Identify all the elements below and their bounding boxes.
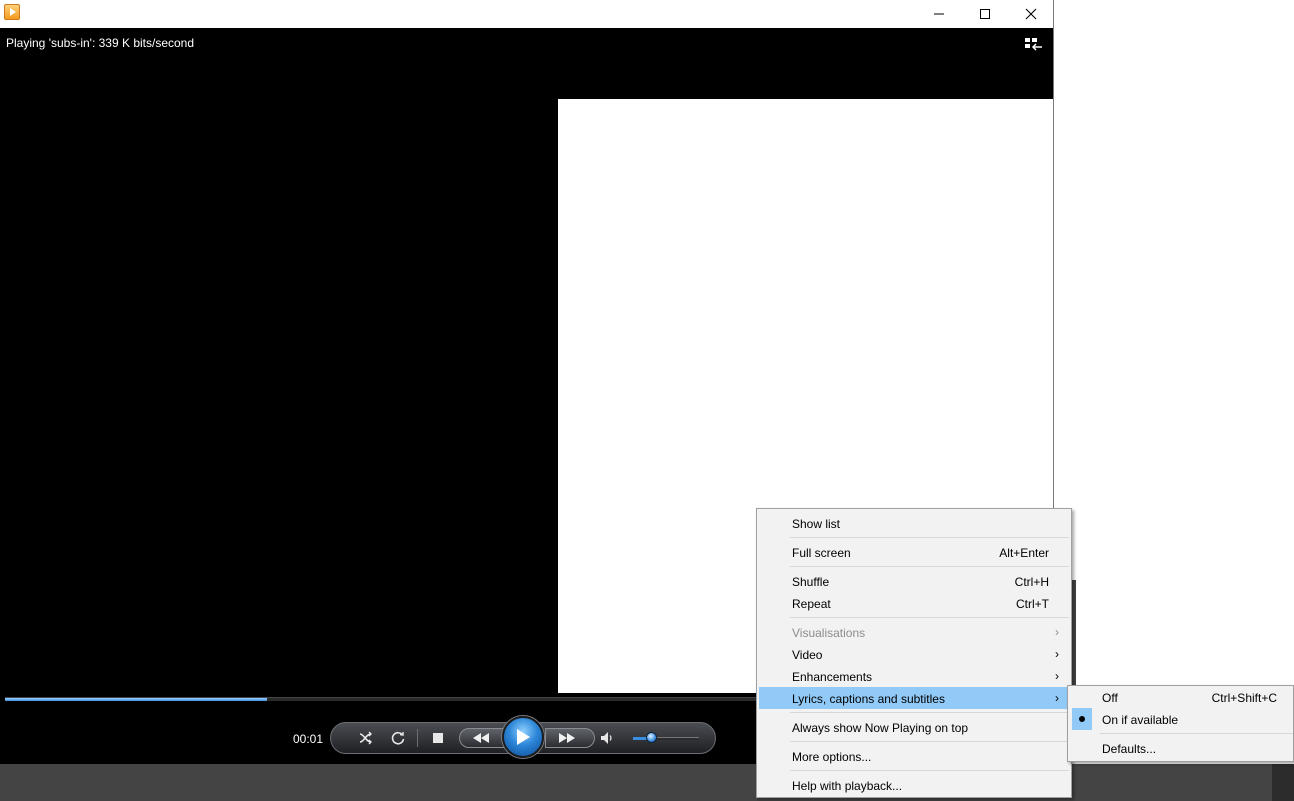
- close-icon: [1025, 8, 1037, 20]
- submenu-item-on-if-available[interactable]: On if available: [1070, 708, 1293, 730]
- menu-item-label: Shuffle: [792, 575, 830, 589]
- menu-item-more-options[interactable]: More options...: [759, 745, 1069, 767]
- previous-button-glyph[interactable]: [459, 723, 503, 753]
- minimize-button[interactable]: [916, 0, 962, 28]
- title-bar: [0, 0, 1053, 28]
- menu-separator: [790, 566, 1069, 567]
- controls-separator: [417, 729, 418, 747]
- menu-item-visualisations[interactable]: Visualisations ›: [759, 621, 1069, 643]
- menu-item-shortcut: Alt+Enter: [999, 546, 1049, 560]
- elapsed-time: 00:01: [293, 732, 324, 746]
- radio-selected-icon: [1072, 708, 1092, 730]
- taskbar: [0, 764, 1294, 801]
- menu-separator: [790, 537, 1069, 538]
- maximize-icon: [980, 9, 990, 19]
- media-player-app-icon[interactable]: [4, 4, 20, 20]
- menu-item-label: Video: [792, 648, 823, 662]
- switch-to-library-icon: [1025, 38, 1042, 51]
- submenu-item-defaults[interactable]: Defaults...: [1070, 737, 1293, 759]
- rewind-icon: [473, 733, 489, 743]
- switch-to-library-button[interactable]: [1024, 36, 1044, 52]
- menu-item-lyrics-captions-subtitles[interactable]: Lyrics, captions and subtitles ›: [759, 687, 1069, 709]
- menu-item-label: Lyrics, captions and subtitles: [792, 692, 945, 706]
- menu-item-label: Help with playback...: [792, 779, 903, 793]
- menu-item-label: Enhancements: [792, 670, 873, 684]
- menu-separator: [790, 741, 1069, 742]
- menu-separator: [790, 617, 1069, 618]
- menu-item-help-playback[interactable]: Help with playback...: [759, 774, 1069, 796]
- play-button[interactable]: [502, 716, 544, 758]
- chevron-right-icon: ›: [1055, 647, 1059, 661]
- seek-bar-progress: [5, 698, 267, 701]
- menu-item-always-on-top[interactable]: Always show Now Playing on top: [759, 716, 1069, 738]
- fast-forward-icon: [559, 733, 575, 743]
- stop-icon: [433, 733, 443, 743]
- next-button-glyph[interactable]: [545, 723, 589, 753]
- menu-item-enhancements[interactable]: Enhancements ›: [759, 665, 1069, 687]
- menu-separator: [790, 770, 1069, 771]
- captions-submenu: Off Ctrl+Shift+C On if available Default…: [1067, 685, 1294, 762]
- mute-button[interactable]: [597, 723, 617, 753]
- submenu-item-label: On if available: [1102, 713, 1179, 727]
- menu-item-shortcut: Ctrl+T: [1016, 597, 1049, 611]
- speaker-icon: [601, 732, 612, 744]
- repeat-icon: [391, 731, 405, 745]
- shuffle-button[interactable]: [355, 723, 377, 753]
- menu-item-label: Show list: [792, 517, 841, 531]
- menu-item-label: More options...: [792, 750, 872, 764]
- menu-item-label: Repeat: [792, 597, 831, 611]
- menu-separator: [1100, 733, 1293, 734]
- chevron-right-icon: ›: [1055, 669, 1059, 683]
- submenu-item-off[interactable]: Off Ctrl+Shift+C: [1070, 686, 1293, 708]
- chevron-right-icon: ›: [1055, 625, 1059, 639]
- menu-item-show-list[interactable]: Show list: [759, 512, 1069, 534]
- maximize-button[interactable]: [962, 0, 1008, 28]
- shuffle-icon: [359, 731, 372, 745]
- background-window-edge: [1072, 580, 1076, 690]
- menu-item-shortcut: Ctrl+H: [1014, 575, 1049, 589]
- submenu-item-label: Defaults...: [1102, 742, 1157, 756]
- chevron-right-icon: ›: [1055, 691, 1059, 705]
- playback-status-text: Playing 'subs-in': 339 K bits/second: [6, 36, 195, 50]
- menu-separator: [790, 712, 1069, 713]
- taskbar-corner: [1272, 764, 1294, 801]
- context-menu: Show list Full screen Alt+Enter Shuffle …: [756, 508, 1072, 798]
- menu-item-video[interactable]: Video ›: [759, 643, 1069, 665]
- menu-item-label: Full screen: [792, 546, 851, 560]
- submenu-item-label: Off: [1102, 691, 1118, 705]
- submenu-item-shortcut: Ctrl+Shift+C: [1211, 691, 1277, 705]
- menu-item-label: Always show Now Playing on top: [792, 721, 969, 735]
- stop-button[interactable]: [427, 723, 449, 753]
- menu-item-shuffle[interactable]: Shuffle Ctrl+H: [759, 570, 1069, 592]
- menu-item-label: Visualisations: [792, 626, 866, 640]
- volume-slider-handle[interactable]: [646, 732, 657, 743]
- menu-item-full-screen[interactable]: Full screen Alt+Enter: [759, 541, 1069, 563]
- close-button[interactable]: [1008, 0, 1054, 28]
- repeat-button[interactable]: [387, 723, 409, 753]
- play-icon: [517, 729, 530, 745]
- menu-item-repeat[interactable]: Repeat Ctrl+T: [759, 592, 1069, 614]
- minimize-icon: [934, 13, 944, 15]
